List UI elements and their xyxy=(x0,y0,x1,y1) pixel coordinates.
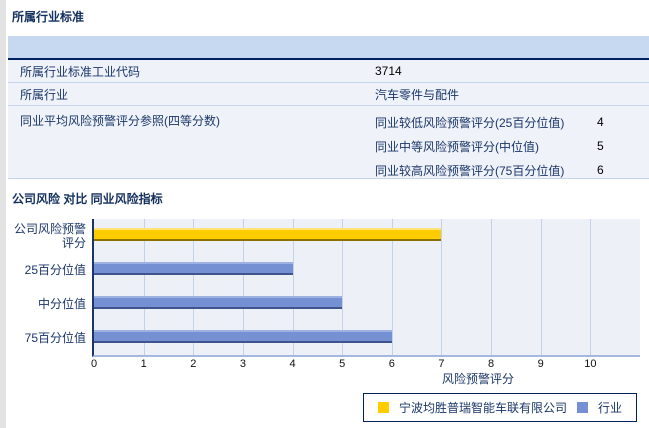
x-tick-label: 10 xyxy=(584,358,597,370)
row-value-industry: 汽车零件与配件 xyxy=(375,87,460,102)
row-label: 所属行业 xyxy=(20,87,69,102)
x-tick-label: 1 xyxy=(140,358,147,370)
legend-row: 宁波均胜普瑞智能车联有限公司 行业 xyxy=(6,393,649,422)
x-axis: 0 1 2 3 4 5 6 7 8 9 10 xyxy=(6,357,649,372)
gridline xyxy=(590,219,592,355)
x-tick-label: 8 xyxy=(488,358,495,370)
risk-comparison-chart: 公司风险 对比 同业风险指标 公司风险预警评分 25百分位值 中分位值 75百分位值 … xyxy=(6,192,649,422)
category-label: 公司风险预警评分 xyxy=(13,222,86,250)
industry-standard-table: 所属行业标准工业代码 3714 所属行业 汽车零件与配件 同业平均风险预警评分参… xyxy=(8,36,649,179)
bar-行业 xyxy=(94,329,392,343)
x-tick-label: 0 xyxy=(90,358,98,370)
legend-label-industry: 行业 xyxy=(597,401,622,415)
legend-swatch-industry xyxy=(576,402,588,413)
subrow-label: 同业较低风险预警评分(25百分位值) xyxy=(375,115,565,130)
gridline xyxy=(540,219,542,355)
subrow-mid-risk: 同业中等风险预警评分(中位值) 5 xyxy=(375,134,649,158)
row-value-industry-code: 3714 xyxy=(375,64,402,78)
x-tick-label: 6 xyxy=(388,358,395,370)
table-row-industry-code: 所属行业标准工业代码 3714 xyxy=(8,60,649,83)
category-label: 25百分位值 xyxy=(24,263,86,277)
x-tick-label: 2 xyxy=(190,358,197,370)
x-tick-label: 5 xyxy=(339,358,346,370)
bar-行业 xyxy=(94,295,343,309)
y-axis-labels: 公司风险预警评分 25百分位值中分位值 75百分位值 xyxy=(6,219,92,357)
chart-legend: 宁波均胜普瑞智能车联有限公司 行业 xyxy=(362,393,637,422)
section-title-risk-comparison: 公司风险 对比 同业风险指标 xyxy=(12,192,163,206)
gridline xyxy=(491,219,493,355)
subrow-value-25th: 4 xyxy=(597,115,604,129)
report-content: 所属行业标准 所属行业标准工业代码 3714 所属行业 汽车零件与配件 同业平均… xyxy=(6,0,649,422)
category-label: 中分位值 xyxy=(37,297,86,311)
x-axis-title: 风险预警评分 xyxy=(441,372,514,386)
subrow-label: 同业较高风险预警评分(75百分位值) xyxy=(375,163,565,178)
table-header-row xyxy=(8,36,649,60)
x-tick-label: 7 xyxy=(438,358,445,370)
row-label: 所属行业标准工业代码 xyxy=(20,64,141,79)
bar-宁波均胜普瑞智能车联有限公司 xyxy=(94,227,442,241)
chart-body: 公司风险预警评分 25百分位值中分位值 75百分位值 xyxy=(6,219,649,357)
x-axis-ticks: 0 1 2 3 4 5 6 7 8 9 10 xyxy=(90,357,640,372)
subrow-high-risk: 同业较高风险预警评分(75百分位值) 6 xyxy=(375,158,649,182)
x-tick-label: 4 xyxy=(289,358,296,370)
subrow-value-median: 5 xyxy=(597,139,604,153)
row-label: 同业平均风险预警评分参照(四等分数) xyxy=(20,114,220,128)
subrow-label: 同业中等风险预警评分(中位值) xyxy=(375,139,539,154)
left-margin-strip xyxy=(0,0,6,428)
subrow-value-75th: 6 xyxy=(597,163,604,177)
legend-swatch-company xyxy=(377,402,389,413)
peer-score-subrows: 同业较低风险预警评分(25百分位值) 4 同业中等风险预警评分(中位值) 5 同… xyxy=(375,106,649,182)
x-tick-label: 9 xyxy=(537,358,544,370)
legend-label-company: 宁波均胜普瑞智能车联有限公司 xyxy=(398,401,567,415)
report-page: 所属行业标准 所属行业标准工业代码 3714 所属行业 汽车零件与配件 同业平均… xyxy=(0,0,649,428)
x-tick-label: 3 xyxy=(239,358,246,370)
category-label: 75百分位值 xyxy=(24,331,86,345)
subrow-low-risk: 同业较低风险预警评分(25百分位值) 4 xyxy=(375,110,649,134)
table-row-industry: 所属行业 汽车零件与配件 xyxy=(8,83,649,106)
plot-area xyxy=(92,219,640,357)
gridline xyxy=(441,219,443,355)
section-title-industry-standard: 所属行业标准 xyxy=(12,10,85,24)
bar-行业 xyxy=(94,261,293,275)
table-row-peer-scores: 同业平均风险预警评分参照(四等分数) 同业较低风险预警评分(25百分位值) 4 … xyxy=(8,106,649,179)
